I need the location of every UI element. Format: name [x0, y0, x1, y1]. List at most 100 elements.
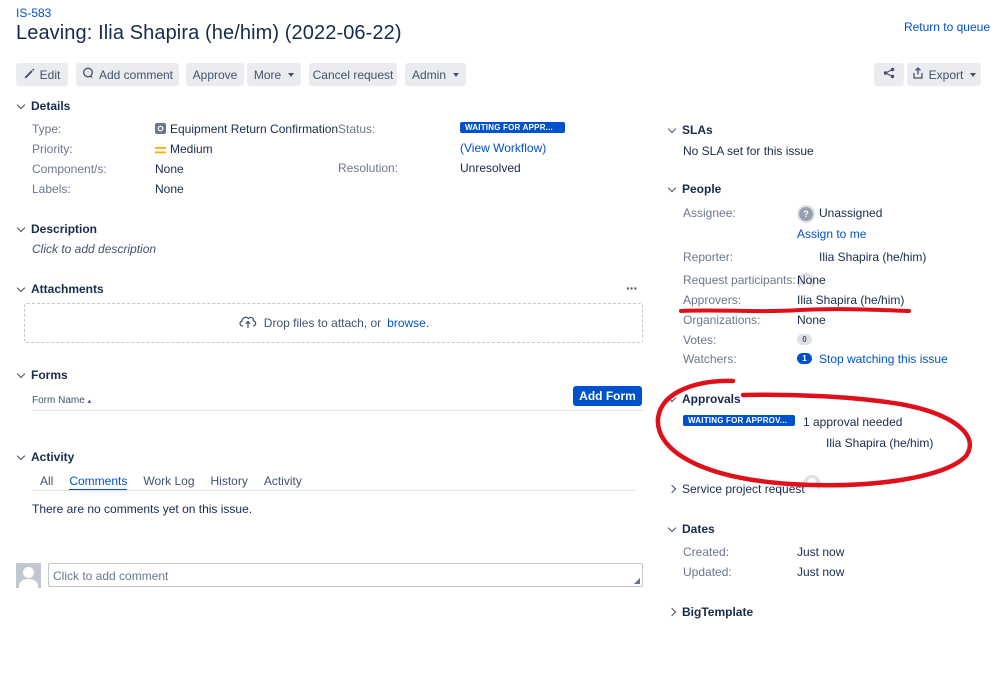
page-title: Leaving: Ilia Shapira (he/him) (2022-06-… [16, 22, 402, 44]
tab-activity[interactable]: Activity [264, 474, 302, 491]
chevron-down-icon [16, 451, 26, 460]
chevron-down-icon [667, 523, 677, 532]
dates-heading: Dates [682, 522, 715, 536]
approve-button[interactable]: Approve [186, 63, 244, 86]
tab-history[interactable]: History [211, 474, 248, 491]
watchers-label: Watchers: [683, 352, 737, 366]
chevron-down-icon [16, 283, 26, 292]
approvals-section-toggle[interactable]: Approvals [667, 392, 741, 406]
divider [32, 490, 635, 491]
edit-button[interactable]: Edit [16, 63, 68, 86]
activity-tabs: All Comments Work Log History Activity [40, 474, 302, 491]
add-form-button[interactable]: Add Form [573, 386, 642, 406]
slas-section-toggle[interactable]: SLAs [667, 123, 713, 137]
assignee-label: Assignee: [683, 206, 736, 220]
approve-label: Approve [192, 67, 238, 82]
view-workflow-link[interactable]: (View Workflow) [460, 141, 546, 155]
watchers-count-badge: 1 [797, 353, 812, 364]
chevron-down-icon [288, 72, 295, 77]
browse-link[interactable]: browse. [387, 316, 429, 330]
share-icon [883, 67, 895, 82]
approvers-underline-mark [679, 307, 911, 314]
people-heading: People [682, 182, 722, 196]
activity-section-toggle[interactable]: Activity [16, 450, 74, 464]
chevron-down-icon [16, 100, 26, 109]
components-label: Component/s: [32, 162, 107, 176]
admin-button[interactable]: Admin [405, 63, 466, 86]
attachments-more-button[interactable]: ··· [626, 280, 638, 296]
created-value: Just now [797, 545, 845, 559]
tab-all[interactable]: All [40, 474, 53, 491]
attachments-section-toggle[interactable]: Attachments [16, 282, 104, 296]
return-to-queue-link[interactable]: Return to queue [904, 20, 990, 34]
add-comment-button[interactable]: Add comment [76, 63, 179, 86]
issue-key-link[interactable]: IS-583 [16, 6, 51, 20]
approvers-value: Ilia Shapira (he/him) [797, 293, 905, 307]
approval-status-badge: WAITING FOR APPROV... [683, 415, 795, 426]
details-heading: Details [31, 99, 71, 113]
description-section-toggle[interactable]: Description [16, 222, 97, 236]
attachment-dropzone[interactable]: Drop files to attach, or browse. [24, 303, 643, 343]
export-icon [912, 67, 924, 82]
created-label: Created: [683, 545, 730, 559]
chevron-down-icon [667, 393, 677, 402]
votes-badge[interactable]: 0 [797, 334, 812, 345]
cloud-upload-icon [238, 314, 258, 332]
comment-placeholder: Click to add comment [53, 569, 169, 583]
export-button[interactable]: Export [907, 63, 981, 86]
service-request-heading: Service project request [682, 482, 805, 496]
dates-section-toggle[interactable]: Dates [667, 522, 715, 536]
chevron-right-icon [667, 607, 677, 617]
description-field[interactable]: Click to add description [32, 242, 156, 256]
people-section-toggle[interactable]: People [667, 182, 722, 196]
sla-text: No SLA set for this issue [683, 144, 814, 158]
organizations-label: Organizations: [683, 313, 761, 327]
resolution-value: Unresolved [460, 161, 521, 175]
labels-value: None [155, 182, 184, 196]
bigtemplate-section-toggle[interactable]: BigTemplate [667, 605, 754, 619]
forms-section-toggle[interactable]: Forms [16, 368, 68, 382]
comment-input[interactable]: Click to add comment ◢ [48, 563, 643, 587]
divider [32, 410, 643, 411]
organizations-value: None [797, 313, 826, 327]
cancel-request-label: Cancel request [312, 67, 394, 82]
cancel-request-button[interactable]: Cancel request [309, 63, 397, 86]
resolution-label: Resolution: [338, 161, 399, 175]
details-section-toggle[interactable]: Details [16, 99, 71, 113]
admin-label: Admin [411, 67, 446, 82]
comment-icon [82, 67, 94, 82]
more-label: More [253, 67, 282, 82]
share-button[interactable] [874, 63, 904, 86]
pencil-icon [24, 68, 35, 82]
priority-value: Medium [170, 142, 213, 156]
edit-button-label: Edit [39, 67, 61, 82]
status-badge[interactable]: WAITING FOR APPR... [460, 122, 565, 133]
priority-label: Priority: [32, 142, 73, 156]
approvers-label: Approvers: [683, 293, 742, 307]
chevron-down-icon [970, 72, 977, 77]
components-value: None [155, 162, 184, 176]
service-request-section-toggle[interactable]: Service project request [667, 482, 805, 496]
attachments-heading: Attachments [31, 282, 104, 296]
tab-work-log[interactable]: Work Log [143, 474, 194, 491]
participants-value: None [797, 273, 826, 287]
slas-heading: SLAs [682, 123, 713, 137]
type-value: Equipment Return Confirmation [170, 122, 339, 136]
resize-handle-icon[interactable]: ◢ [634, 576, 640, 585]
status-label: Status: [338, 122, 376, 136]
votes-label: Votes: [683, 333, 717, 347]
bigtemplate-heading: BigTemplate [682, 605, 754, 619]
form-name-column[interactable]: Form Name ▴ [32, 395, 91, 406]
chevron-down-icon [667, 183, 677, 192]
reporter-value: Ilia Shapira (he/him) [819, 250, 927, 264]
approvals-needed-text: 1 approval needed [803, 415, 903, 429]
more-button[interactable]: More [247, 63, 301, 86]
stop-watching-link[interactable]: Stop watching this issue [819, 352, 948, 366]
avatar [16, 563, 41, 588]
export-label: Export [928, 67, 964, 82]
approver-name: Ilia Shapira (he/him) [826, 436, 934, 450]
tab-comments[interactable]: Comments [69, 474, 128, 491]
labels-label: Labels: [32, 182, 71, 196]
type-label: Type: [32, 122, 62, 136]
assign-to-me-link[interactable]: Assign to me [797, 227, 866, 241]
